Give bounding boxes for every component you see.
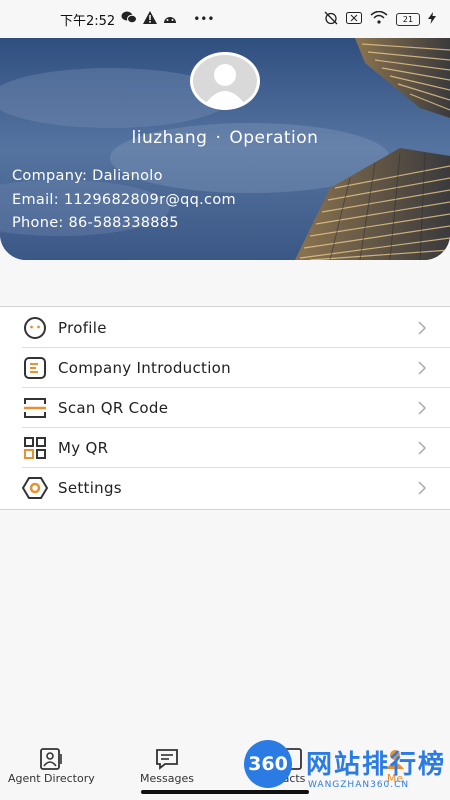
menu-item-scan-qr[interactable]: Scan QR Code [22,388,450,428]
watermark-badge: 360 [244,740,292,788]
name-role-separator: · [215,128,222,148]
avatar[interactable] [190,52,260,110]
avatar-placeholder-icon [193,55,257,107]
user-role: Operation [229,128,319,148]
tab-label: Messages [140,772,194,785]
company-text: Company: Dalianolo [12,168,163,184]
status-right: 21 [324,10,436,28]
menu-item-label: Company Introduction [58,358,231,377]
gear-icon [22,475,48,501]
menu-item-label: Settings [58,479,122,497]
wifi-icon [370,10,388,27]
wechat-icon [121,11,138,27]
settings-menu: Profile Company Introduction Scan QR Cod… [0,306,450,510]
watermark-title: 网站排行榜 [306,750,447,780]
menu-item-label: Profile [58,318,107,337]
tab-label: Agent Directory [8,772,95,785]
warning-icon [143,11,158,27]
watermark-subtitle: WANGZHAN360.CN [308,780,410,790]
android-icon [163,12,177,27]
menu-item-settings[interactable]: Settings [22,468,450,508]
document-icon [22,355,48,381]
status-bar: 下午2:52 ••• 21 [0,0,450,38]
email-text: Email: 1129682809r@qq.com [12,192,236,208]
menu-item-company-introduction[interactable]: Company Introduction [22,348,450,388]
menu-item-label: Scan QR Code [58,398,169,417]
chevron-right-icon [412,481,432,495]
menu-item-profile[interactable]: Profile [22,308,450,348]
menu-item-my-qr[interactable]: My QR [22,428,450,468]
qr-code-icon [22,435,48,461]
face-icon [22,315,48,341]
profile-header: liuzhang · Operation Company: Dalianolo Em… [0,38,450,260]
chevron-right-icon [412,360,432,375]
menu-item-label: My QR [58,438,109,457]
phone-text: Phone: 86-588338885 [12,215,179,231]
tab-agent-directory[interactable]: Agent Directory [8,748,95,785]
home-indicator[interactable] [141,790,309,794]
tab-messages[interactable]: Messages [140,748,194,785]
status-time: 下午2:52 [60,13,116,29]
contact-card-icon [39,748,63,770]
user-name-role: liuzhang · Operation [0,128,450,148]
battery-icon: 21 [396,12,420,26]
status-left: 下午2:52 ••• [60,10,214,29]
username: liuzhang [131,128,208,148]
charging-icon [428,11,436,27]
more-dots-icon: ••• [193,12,215,26]
chevron-right-icon [412,440,432,455]
scan-icon [22,395,48,421]
chat-icon [155,748,179,770]
sim-off-icon [346,11,362,27]
chevron-right-icon [412,320,432,335]
chevron-right-icon [412,400,432,415]
alarm-off-icon [324,11,338,28]
